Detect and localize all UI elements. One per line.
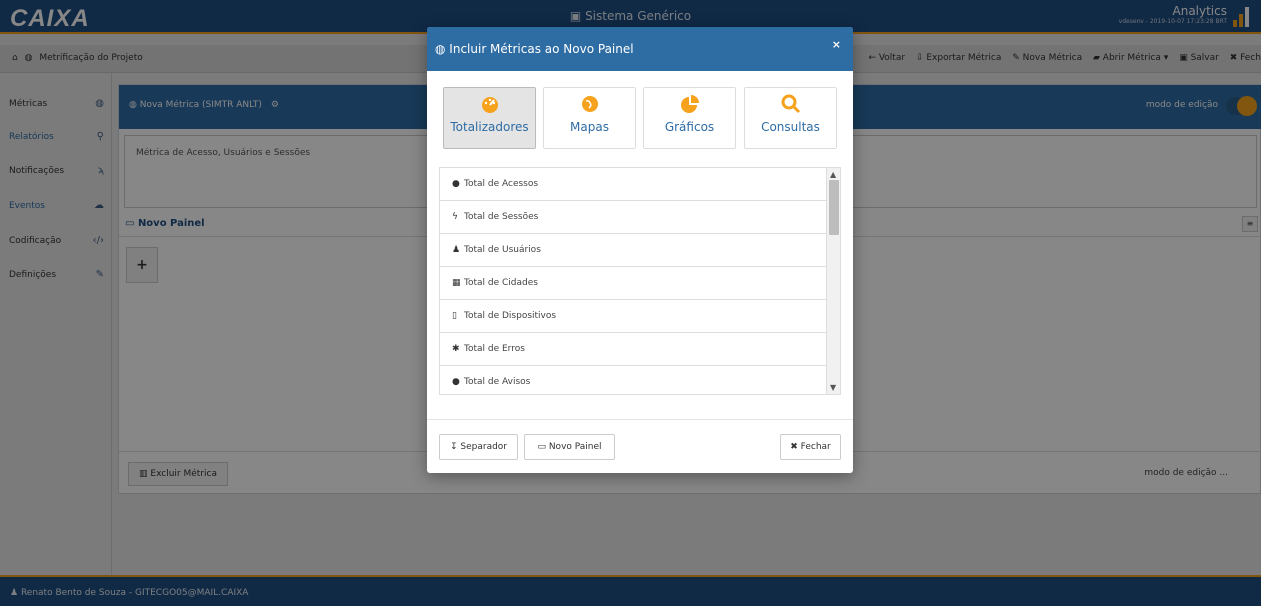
include-metrics-dialog: ◍ Incluir Métricas ao Novo Painel × Tota… — [427, 27, 853, 473]
close-icon: ✖ — [790, 442, 801, 452]
globe-icon: ● — [452, 179, 460, 189]
user-icon: ♟ — [452, 245, 461, 255]
chevron-down-icon[interactable]: ▼ — [830, 383, 836, 392]
dialog-footer: ↧ Separador ▭ Novo Painel ✖ Fechar — [427, 419, 853, 473]
list-item[interactable]: ϟ Total de Sessões — [440, 201, 826, 234]
dialog-title: ◍ Incluir Métricas ao Novo Painel — [435, 42, 634, 56]
pie-chart-icon — [644, 94, 735, 116]
list-item[interactable]: ♟ Total de Usuários — [440, 234, 826, 267]
chevron-up-icon[interactable]: ▲ — [830, 170, 836, 179]
list-item[interactable]: ▯ Total de Dispositivos — [440, 300, 826, 333]
dialog-header: ◍ Incluir Métricas ao Novo Painel × — [427, 27, 853, 71]
window-icon: ▭ — [537, 442, 549, 452]
tab-mapas[interactable]: Mapas — [543, 87, 636, 149]
list-item[interactable]: ▦ Total de Cidades — [440, 267, 826, 300]
new-panel-button[interactable]: ▭ Novo Painel — [524, 434, 615, 460]
list-item[interactable]: ✱ Total de Erros — [440, 333, 826, 366]
metrics-list[interactable]: ● Total de Acessos ϟ Total de Sessões ♟ … — [439, 167, 841, 395]
bolt-icon: ϟ — [452, 212, 458, 222]
dialog-close-icon[interactable]: × — [832, 38, 841, 51]
dashboard-gauge-icon — [444, 94, 535, 116]
list-item[interactable]: ● Total de Acessos — [440, 168, 826, 201]
close-dialog-button[interactable]: ✖ Fechar — [780, 434, 841, 460]
separator-icon: ↧ — [449, 442, 461, 452]
dashboard-icon: ◍ — [435, 42, 450, 56]
exclamation-circle-icon: ● — [452, 377, 460, 387]
tab-totalizadores[interactable]: Totalizadores — [443, 87, 536, 149]
search-icon — [745, 94, 836, 116]
globe-icon — [544, 94, 635, 116]
list-item[interactable]: ● Total de Avisos — [440, 366, 826, 394]
separator-button[interactable]: ↧ Separador — [439, 434, 518, 460]
bug-icon: ✱ — [452, 344, 460, 354]
tab-graficos[interactable]: Gráficos — [643, 87, 736, 149]
scroll-thumb[interactable] — [829, 180, 839, 235]
mobile-icon: ▯ — [452, 311, 457, 321]
building-icon: ▦ — [452, 278, 461, 288]
list-scrollbar[interactable]: ▲ ▼ — [826, 168, 840, 394]
tab-consultas[interactable]: Consultas — [744, 87, 837, 149]
